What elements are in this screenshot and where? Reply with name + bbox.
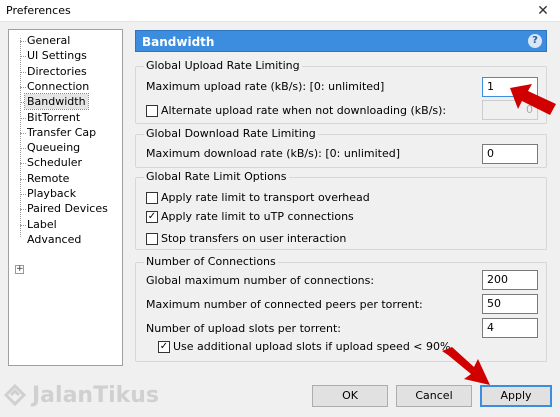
tree-item-label[interactable]: Label	[25, 217, 59, 232]
tree-item-connection[interactable]: Connection	[25, 79, 91, 94]
download-group-legend: Global Download Rate Limiting	[144, 127, 318, 140]
tree-item-paired-devices[interactable]: Paired Devices	[25, 201, 110, 216]
alt-upload-label: Alternate upload rate when not downloadi…	[161, 104, 447, 117]
tree-item-playback[interactable]: Playback	[25, 186, 78, 201]
max-upload-label: Maximum upload rate (kB/s): [0: unlimite…	[146, 80, 385, 93]
download-group: Global Download Rate Limiting Maximum do…	[135, 127, 547, 168]
global-connections-input[interactable]: 200	[482, 270, 538, 290]
upload-slots-input[interactable]: 4	[482, 318, 538, 338]
transport-overhead-checkbox[interactable]	[146, 192, 158, 204]
category-tree[interactable]: General UI Settings Directories Connection B…	[8, 29, 123, 366]
panel-title: Bandwidth	[142, 35, 215, 49]
upload-slots-label: Number of upload slots per torrent:	[146, 322, 341, 335]
peers-label: Maximum number of connected peers per to…	[146, 298, 423, 311]
watermark-logo: JalanTikus	[2, 382, 159, 408]
rate-options-group: Global Rate Limit Options Apply rate lim…	[135, 170, 547, 250]
tree-item-directories[interactable]: Directories	[25, 64, 89, 79]
upload-group: Global Upload Rate Limiting Maximum uplo…	[135, 59, 547, 124]
tree-item-general[interactable]: General	[25, 33, 72, 48]
connections-legend: Number of Connections	[144, 255, 278, 268]
global-connections-label: Global maximum number of connections:	[146, 274, 375, 287]
cancel-button[interactable]: Cancel	[396, 385, 472, 407]
tree-item-remote[interactable]: Remote	[25, 171, 71, 186]
alt-upload-checkbox[interactable]	[146, 105, 158, 117]
watermark-icon	[3, 383, 27, 407]
window-title: Preferences	[6, 4, 71, 17]
transport-overhead-label: Apply rate limit to transport overhead	[161, 191, 370, 204]
extra-slots-checkbox[interactable]: ✓	[158, 341, 170, 353]
ok-button[interactable]: OK	[312, 385, 388, 407]
tree-item-bittorrent[interactable]: BitTorrent	[25, 110, 82, 125]
stop-transfers-checkbox[interactable]	[146, 233, 158, 245]
upload-group-legend: Global Upload Rate Limiting	[144, 59, 302, 72]
watermark-text: JalanTikus	[32, 382, 160, 408]
panel-header: Bandwidth ?	[135, 30, 547, 52]
help-icon[interactable]: ?	[528, 34, 542, 48]
extra-slots-label: Use additional upload slots if upload sp…	[173, 340, 451, 353]
tree-item-queueing[interactable]: Queueing	[25, 140, 82, 155]
arrow-pointer-icon	[442, 347, 490, 385]
tree-item-ui-settings[interactable]: UI Settings	[25, 48, 89, 63]
title-bar: Preferences ✕	[0, 0, 560, 22]
utp-checkbox[interactable]: ✓	[146, 211, 158, 223]
tree-item-transfer-cap[interactable]: Transfer Cap	[25, 125, 98, 140]
peers-input[interactable]: 50	[482, 294, 538, 314]
tree-connector-line	[20, 38, 21, 237]
tree-item-bandwidth[interactable]: Bandwidth	[24, 93, 89, 111]
apply-button[interactable]: Apply	[480, 385, 552, 407]
rate-options-legend: Global Rate Limit Options	[144, 170, 289, 183]
tree-item-advanced[interactable]: Advanced	[25, 232, 83, 247]
max-download-input[interactable]: 0	[482, 144, 538, 164]
stop-transfers-label: Stop transfers on user interaction	[161, 232, 347, 245]
max-download-label: Maximum download rate (kB/s): [0: unlimi…	[146, 147, 401, 160]
tree-item-scheduler[interactable]: Scheduler	[25, 155, 84, 170]
expand-icon[interactable]: +	[15, 265, 24, 274]
utp-label: Apply rate limit to uTP connections	[161, 210, 354, 223]
close-icon[interactable]: ✕	[526, 0, 560, 22]
arrow-pointer-icon	[510, 84, 556, 115]
